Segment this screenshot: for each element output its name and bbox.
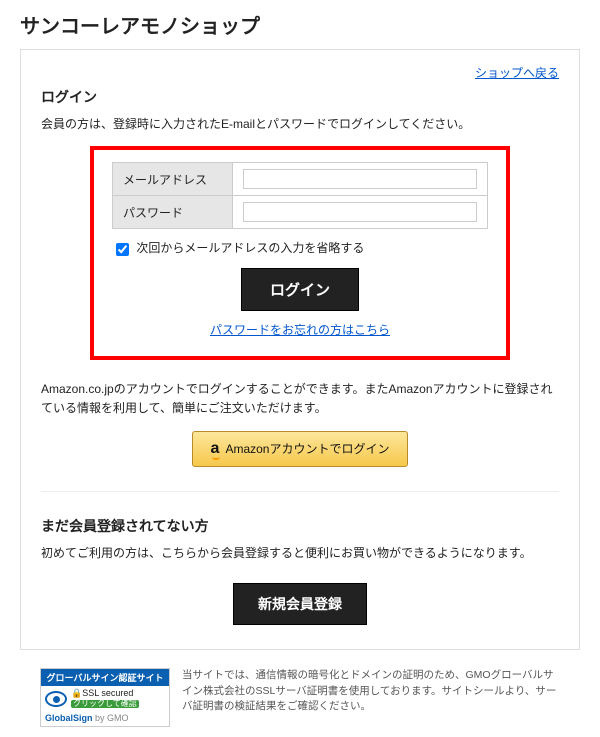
seal-top-label: グローバルサイン認証サイト <box>41 669 169 686</box>
amazon-description: Amazon.co.jpのアカウントでログインすることができます。またAmazo… <box>41 380 559 418</box>
globalsign-eye-icon <box>45 691 67 707</box>
footer: グローバルサイン認証サイト 🔒SSL secured クリックして確認 Glob… <box>40 668 560 727</box>
register-section-title: まだ会員登録されてない方 <box>41 516 559 536</box>
seal-brand: GlobalSign <box>45 713 93 723</box>
lock-icon: 🔒 <box>71 688 82 698</box>
register-button[interactable]: 新規会員登録 <box>233 583 367 625</box>
login-form-table: メールアドレス パスワード <box>112 162 488 229</box>
password-label: パスワード <box>113 196 233 229</box>
remember-label: 次回からメールアドレスの入力を省略する <box>136 241 364 255</box>
login-button[interactable]: ログイン <box>241 268 359 311</box>
ssl-seal[interactable]: グローバルサイン認証サイト 🔒SSL secured クリックして確認 Glob… <box>40 668 170 727</box>
forgot-password-link[interactable]: パスワードをお忘れの方はこちら <box>210 323 390 337</box>
login-panel: ショップへ戻る ログイン 会員の方は、登録時に入力されたE-mailとパスワード… <box>20 49 580 650</box>
password-input[interactable] <box>243 202 477 222</box>
seal-click-label: クリックして確認 <box>71 700 139 709</box>
back-to-shop-link[interactable]: ショップへ戻る <box>475 66 559 80</box>
page-title: サンコーレアモノショップ <box>20 10 580 39</box>
register-description: 初めてご利用の方は、こちらから会員登録すると便利にお買い物ができるようになります… <box>41 544 559 563</box>
remember-checkbox[interactable] <box>116 243 129 256</box>
login-description: 会員の方は、登録時に入力されたE-mailとパスワードでログインしてください。 <box>41 115 559 134</box>
email-input[interactable] <box>243 169 477 189</box>
amazon-button-label: Amazonアカウントでログイン <box>225 440 389 457</box>
email-label: メールアドレス <box>113 163 233 196</box>
login-form-box: メールアドレス パスワード 次回からメールアドレスの入力を省略する ログイン パ… <box>90 146 510 360</box>
seal-ssl-label: SSL secured <box>82 688 133 698</box>
login-section-title: ログイン <box>41 87 559 107</box>
amazon-logo-icon: a <box>211 440 220 458</box>
divider <box>41 491 559 492</box>
remember-label-wrap[interactable]: 次回からメールアドレスの入力を省略する <box>116 241 364 255</box>
seal-gmo: by GMO <box>95 713 129 723</box>
amazon-login-button[interactable]: a Amazonアカウントでログイン <box>192 431 409 467</box>
